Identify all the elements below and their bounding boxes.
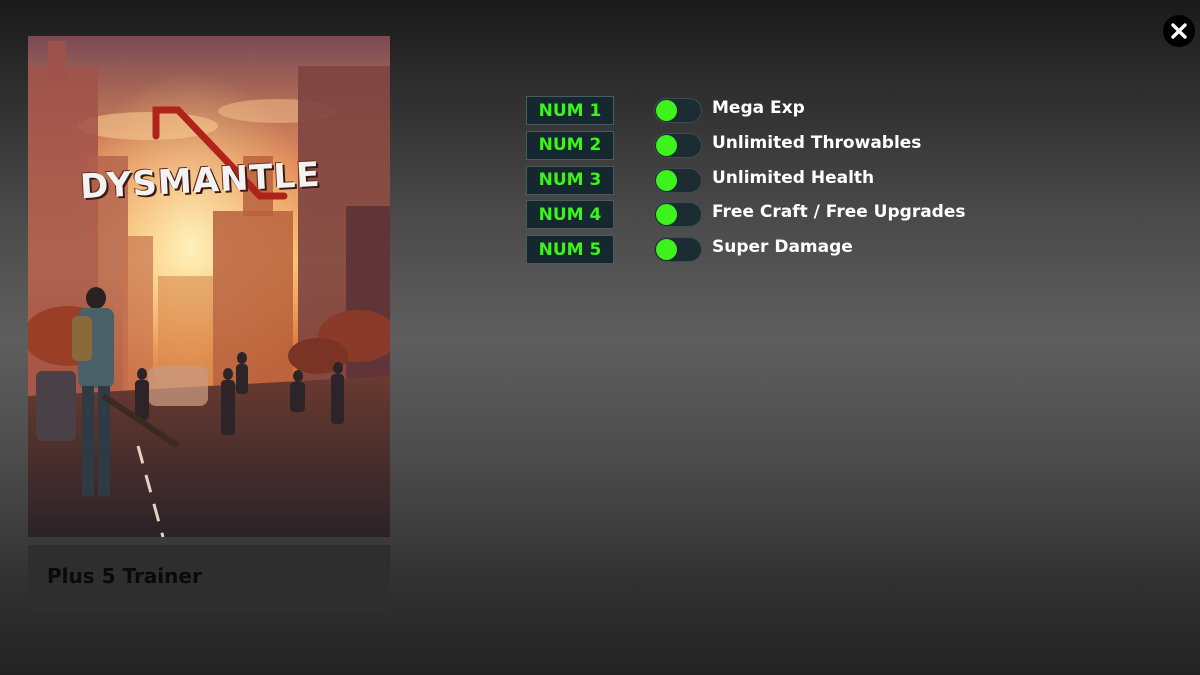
cheat-label: Unlimited Throwables: [712, 132, 922, 153]
hotkey-badge: NUM 4: [526, 200, 614, 230]
hotkey-badge: NUM 2: [526, 130, 614, 160]
cheat-toggle[interactable]: [654, 132, 702, 158]
cheat-toggle[interactable]: [654, 202, 702, 228]
cheat-label: Free Craft / Free Upgrades: [712, 202, 966, 223]
cheat-toggle[interactable]: [654, 98, 702, 123]
cheat-label: Mega Exp: [712, 98, 805, 118]
cover-illustration: [28, 36, 390, 537]
toggle-knob: [656, 100, 677, 121]
hotkey-badge: NUM 1: [526, 96, 614, 125]
close-icon: [1171, 23, 1187, 39]
cheat-row: NUM 3 Unlimited Health: [526, 165, 1006, 201]
trainer-info-panel: Plus 5 Trainer: [28, 545, 390, 611]
hotkey-badge: NUM 5: [526, 235, 614, 264]
trainer-title: Plus 5 Trainer: [47, 564, 202, 588]
cheat-toggle[interactable]: [654, 167, 702, 193]
hotkey-badge: NUM 3: [526, 165, 614, 195]
toggle-knob: [656, 134, 677, 156]
cheat-list: NUM 1 Mega Exp NUM 2 Unlimited Throwable…: [526, 96, 1006, 270]
toggle-knob: [656, 204, 677, 226]
toggle-knob: [656, 169, 677, 191]
game-cover-art: DYSMANTLE: [28, 36, 390, 537]
cheat-row: NUM 2 Unlimited Throwables: [526, 130, 1006, 166]
cheat-toggle[interactable]: [654, 237, 702, 262]
cheat-row: NUM 5 Super Damage: [526, 235, 1006, 270]
cheat-label: Super Damage: [712, 237, 853, 257]
cheat-label: Unlimited Health: [712, 167, 875, 188]
cheat-row: NUM 4 Free Craft / Free Upgrades: [526, 200, 1006, 235]
toggle-knob: [656, 239, 677, 260]
cheat-row: NUM 1 Mega Exp: [526, 96, 1006, 131]
close-button[interactable]: [1163, 15, 1195, 47]
